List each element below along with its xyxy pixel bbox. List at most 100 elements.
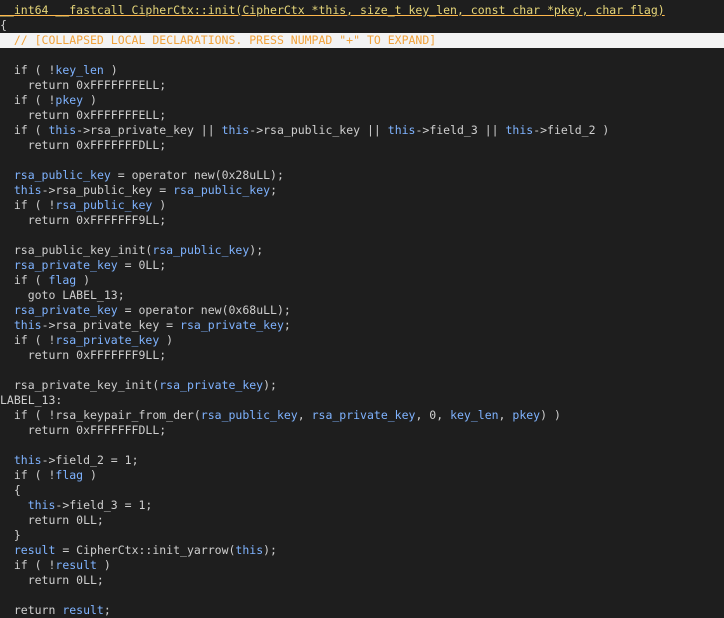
code-line-field2[interactable]: this->field_2 = 1; (0, 453, 724, 468)
code-line-new-priv[interactable]: rsa_private_key = operator new(0x68uLL); (0, 303, 724, 318)
code-token: ) (96, 558, 111, 572)
code-token: ) (159, 333, 174, 347)
code-line-new-pub[interactable]: rsa_public_key = operator new(0x28uLL); (0, 168, 724, 183)
identifier-token[interactable]: rsa_public_key (55, 198, 152, 212)
identifier-token[interactable]: pkey (55, 93, 83, 107)
code-line-if-pub[interactable]: if ( !rsa_public_key ) (0, 198, 724, 213)
code-line-signature[interactable]: __int64 __fastcall CipherCtx::init(Ciphe… (0, 3, 724, 18)
code-line-ret-3[interactable]: return 0xFFFFFFFDLL; (0, 138, 724, 153)
identifier-token[interactable]: rsa_public_key (152, 243, 249, 257)
code-token: if ( ! (0, 468, 56, 482)
code-line-ret-8[interactable]: return 0LL; (0, 573, 724, 588)
code-line-blank-3[interactable] (0, 228, 724, 243)
code-line-assign-priv[interactable]: this->rsa_private_key = rsa_private_key; (0, 318, 724, 333)
identifier-token[interactable]: rsa_private_key (312, 408, 416, 422)
code-token: return 0xFFFFFFFDLL; (0, 423, 167, 437)
code-line-if-flag[interactable]: if ( flag ) (0, 273, 724, 288)
code-line-if-result[interactable]: if ( !result ) (0, 558, 724, 573)
code-token: return 0xFFFFFFF9LL; (0, 348, 167, 362)
identifier-token[interactable]: rsa_private_key (55, 333, 159, 347)
pseudocode-view[interactable]: __int64 __fastcall CipherCtx::init(Ciphe… (0, 3, 724, 618)
code-line-if-keypair[interactable]: if ( !rsa_keypair_from_der(rsa_public_ke… (0, 408, 724, 423)
code-line-assign-pub[interactable]: this->rsa_public_key = rsa_public_key; (0, 183, 724, 198)
identifier-token[interactable]: result (62, 603, 104, 617)
code-line-ret-6[interactable]: return 0xFFFFFFFDLL; (0, 423, 724, 438)
code-token: if ( ! (0, 93, 56, 107)
code-token: ->rsa_public_key = (41, 183, 174, 197)
code-line-if-pkey[interactable]: if ( !pkey ) (0, 93, 724, 108)
code-token: = CipherCtx::init_yarrow( (55, 543, 236, 557)
code-token: = operator new(0x28uLL); (110, 168, 284, 182)
code-token: ->field_2 ) (533, 123, 610, 137)
keyword-token[interactable]: this (222, 123, 250, 137)
keyword-token[interactable]: this (388, 123, 416, 137)
code-line-blank-1[interactable] (0, 48, 724, 63)
code-line-priv-zero[interactable]: rsa_private_key = 0LL; (0, 258, 724, 273)
identifier-token[interactable]: rsa_public_key (201, 408, 298, 422)
identifier-token[interactable]: key_len (450, 408, 498, 422)
code-token: rsa_private_key_init( (0, 378, 160, 392)
code-line-blank-6[interactable] (0, 588, 724, 603)
code-line-if-fields[interactable]: if ( this->rsa_private_key || this->rsa_… (0, 123, 724, 138)
code-line-priv-init[interactable]: rsa_private_key_init(rsa_private_key); (0, 378, 724, 393)
code-line-open-brace[interactable]: { (0, 18, 724, 33)
code-token: return 0LL; (0, 513, 104, 527)
code-line-ret-result[interactable]: return result; (0, 603, 724, 618)
identifier-token[interactable]: result (55, 558, 97, 572)
code-line-if-key-len[interactable]: if ( !key_len ) (0, 63, 724, 78)
identifier-token[interactable]: rsa_public_key (14, 168, 111, 182)
keyword-token[interactable]: this (14, 318, 42, 332)
identifier-token[interactable]: rsa_private_key (159, 378, 263, 392)
code-line-pub-init[interactable]: rsa_public_key_init(rsa_public_key); (0, 243, 724, 258)
identifier-token[interactable]: rsa_private_key (14, 258, 118, 272)
code-line-if-priv[interactable]: if ( !rsa_private_key ) (0, 333, 724, 348)
identifier-token[interactable]: rsa_public_key (173, 183, 270, 197)
code-line-blank-4[interactable] (0, 363, 724, 378)
code-token: , (297, 408, 312, 422)
identifier-token[interactable]: rsa_private_key (180, 318, 284, 332)
keyword-token[interactable]: this (14, 183, 42, 197)
identifier-token[interactable]: key_len (55, 63, 103, 77)
keyword-token[interactable]: this (505, 123, 533, 137)
keyword-token[interactable]: this (48, 123, 76, 137)
keyword-token[interactable]: this (235, 543, 263, 557)
code-line-brace-close-2[interactable]: } (0, 528, 724, 543)
identifier-token[interactable]: pkey (512, 408, 540, 422)
code-line-blank-2[interactable] (0, 153, 724, 168)
code-line-if-not-flag[interactable]: if ( !flag ) (0, 468, 724, 483)
keyword-token[interactable]: this (14, 453, 42, 467)
code-line-brace-open-2[interactable]: { (0, 483, 724, 498)
code-line-ret-7[interactable]: return 0LL; (0, 513, 724, 528)
code-line-goto[interactable]: goto LABEL_13; (0, 288, 724, 303)
identifier-token[interactable]: result (14, 543, 56, 557)
code-token: return 0xFFFFFFFELL; (0, 78, 167, 92)
identifier-token[interactable]: flag (55, 468, 83, 482)
code-line-ret-5[interactable]: return 0xFFFFFFF9LL; (0, 348, 724, 363)
code-line-field3[interactable]: this->field_3 = 1; (0, 498, 724, 513)
code-token: } (0, 528, 21, 542)
code-line-ret-1[interactable]: return 0xFFFFFFFELL; (0, 78, 724, 93)
code-token: if ( ! (0, 333, 56, 347)
code-line-collapsed-declarations[interactable]: // [COLLAPSED LOCAL DECLARATIONS. PRESS … (0, 33, 724, 48)
code-token: goto LABEL_13; (0, 288, 125, 302)
code-line-blank-5[interactable] (0, 438, 724, 453)
code-line-label-13[interactable]: LABEL_13: (0, 393, 724, 408)
code-token: LABEL_13: (0, 393, 63, 407)
code-token: ; (103, 603, 111, 617)
keyword-token[interactable]: this (28, 498, 56, 512)
code-token: ); (249, 243, 264, 257)
code-token: return 0xFFFFFFFDLL; (0, 138, 167, 152)
code-line-result-assign[interactable]: result = CipherCtx::init_yarrow(this); (0, 543, 724, 558)
identifier-token[interactable]: flag (48, 273, 76, 287)
code-token: if ( (0, 123, 49, 137)
code-token: ->rsa_private_key = (41, 318, 181, 332)
identifier-token[interactable]: rsa_private_key (14, 303, 118, 317)
code-line-ret-2[interactable]: return 0xFFFFFFFELL; (0, 108, 724, 123)
code-line-ret-4[interactable]: return 0xFFFFFFF9LL; (0, 213, 724, 228)
